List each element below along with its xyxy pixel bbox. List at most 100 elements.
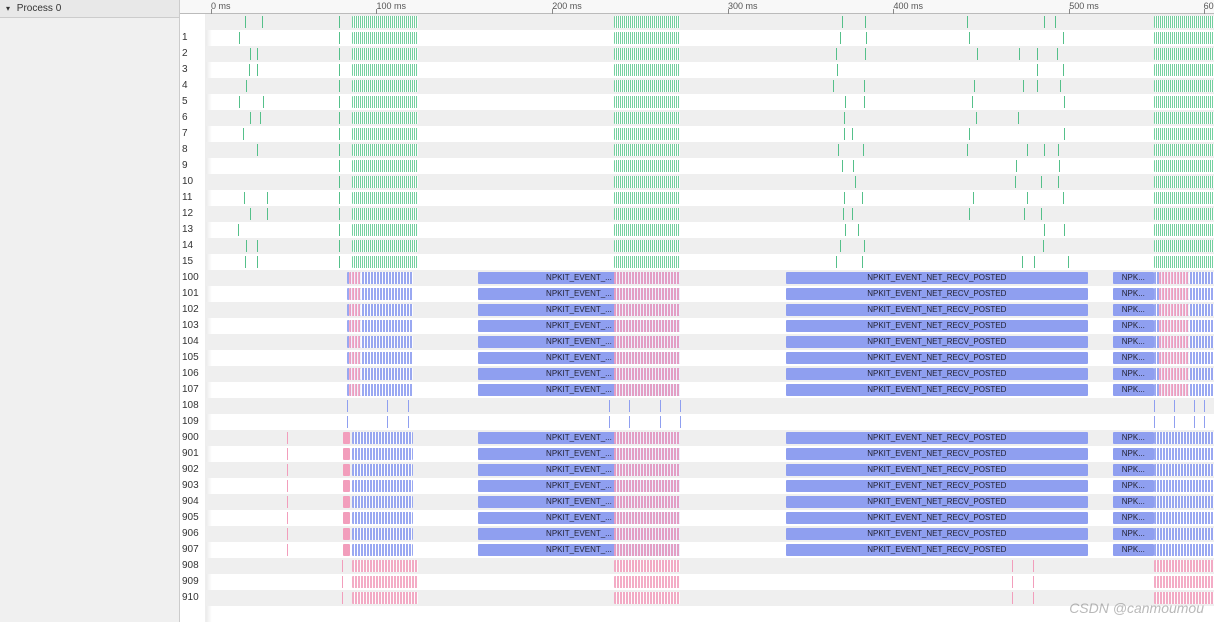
trace-event[interactable] bbox=[352, 240, 418, 252]
trace-row[interactable]: NPKIT_EVENT_...NPKIT_EVENT_NET_RECV_POST… bbox=[206, 366, 1214, 382]
trace-row[interactable] bbox=[206, 222, 1214, 238]
trace-event[interactable] bbox=[343, 496, 350, 508]
event-tick[interactable] bbox=[1015, 176, 1016, 188]
trace-row[interactable] bbox=[206, 558, 1214, 574]
event-tick[interactable] bbox=[1064, 128, 1065, 140]
event-tick[interactable] bbox=[1059, 160, 1060, 172]
trace-event[interactable] bbox=[1154, 208, 1214, 220]
trace-event[interactable]: NPKIT_EVENT_NET_RECV_POSTED bbox=[786, 544, 1088, 556]
trace-row[interactable]: NPKIT_EVENT_...NPKIT_EVENT_NET_RECV_POST… bbox=[206, 510, 1214, 526]
trace-event[interactable] bbox=[614, 528, 680, 540]
event-tick[interactable] bbox=[287, 448, 288, 460]
event-tick[interactable] bbox=[339, 256, 340, 268]
tracks-area[interactable]: 1234567891011121314151001011021031041051… bbox=[180, 14, 1214, 622]
event-tick[interactable] bbox=[1194, 416, 1195, 428]
event-tick[interactable] bbox=[408, 416, 409, 428]
trace-row[interactable]: NPKIT_EVENT_...NPKIT_EVENT_NET_RECV_POST… bbox=[206, 350, 1214, 366]
trace-event[interactable]: NPKIT_EVENT_NET_RECV_POSTED bbox=[786, 368, 1088, 380]
event-tick[interactable] bbox=[238, 224, 239, 236]
event-tick[interactable] bbox=[342, 576, 343, 588]
trace-event[interactable] bbox=[349, 368, 361, 380]
time-ruler[interactable]: 0 ms100 ms200 ms300 ms400 ms500 ms600 ms bbox=[180, 0, 1214, 14]
event-tick[interactable] bbox=[250, 48, 251, 60]
trace-row[interactable] bbox=[206, 206, 1214, 222]
trace-event[interactable] bbox=[614, 256, 680, 268]
trace-event[interactable] bbox=[614, 576, 680, 588]
event-tick[interactable] bbox=[339, 96, 340, 108]
trace-event[interactable]: NPKIT_EVENT_NET_RECV_POSTED bbox=[786, 304, 1088, 316]
trace-event[interactable] bbox=[614, 320, 680, 332]
trace-event[interactable]: NPK... bbox=[1113, 352, 1153, 364]
event-tick[interactable] bbox=[267, 208, 268, 220]
trace-event[interactable] bbox=[1154, 464, 1214, 476]
trace-row[interactable] bbox=[206, 238, 1214, 254]
trace-event[interactable] bbox=[614, 512, 680, 524]
trace-row[interactable]: NPKIT_EVENT_...NPKIT_EVENT_NET_RECV_POST… bbox=[206, 334, 1214, 350]
event-tick[interactable] bbox=[250, 208, 251, 220]
event-tick[interactable] bbox=[257, 240, 258, 252]
event-tick[interactable] bbox=[339, 224, 340, 236]
trace-event[interactable] bbox=[352, 496, 412, 508]
trace-event[interactable] bbox=[1154, 512, 1214, 524]
trace-event[interactable] bbox=[1154, 576, 1214, 588]
event-tick[interactable] bbox=[1154, 416, 1155, 428]
event-tick[interactable] bbox=[845, 224, 846, 236]
trace-row[interactable] bbox=[206, 254, 1214, 270]
trace-event[interactable] bbox=[614, 144, 680, 156]
event-tick[interactable] bbox=[1058, 176, 1059, 188]
event-tick[interactable] bbox=[1060, 80, 1061, 92]
trace-event[interactable]: NPKIT_EVENT_NET_RECV_POSTED bbox=[786, 448, 1088, 460]
event-tick[interactable] bbox=[339, 80, 340, 92]
trace-event[interactable] bbox=[352, 48, 418, 60]
trace-event[interactable] bbox=[352, 528, 412, 540]
trace-event[interactable] bbox=[614, 304, 680, 316]
trace-row[interactable] bbox=[206, 14, 1214, 30]
trace-event[interactable] bbox=[349, 320, 361, 332]
event-tick[interactable] bbox=[339, 64, 340, 76]
event-tick[interactable] bbox=[852, 208, 853, 220]
trace-event[interactable]: NPK... bbox=[1113, 432, 1153, 444]
event-tick[interactable] bbox=[833, 80, 834, 92]
event-tick[interactable] bbox=[836, 48, 837, 60]
trace-row[interactable]: NPKIT_EVENT_...NPKIT_EVENT_NET_RECV_POST… bbox=[206, 270, 1214, 286]
trace-event[interactable]: NPK... bbox=[1113, 368, 1153, 380]
event-tick[interactable] bbox=[287, 464, 288, 476]
trace-event[interactable] bbox=[1154, 560, 1214, 572]
trace-event[interactable] bbox=[1159, 288, 1189, 300]
event-tick[interactable] bbox=[249, 64, 250, 76]
trace-event[interactable] bbox=[1154, 240, 1214, 252]
event-tick[interactable] bbox=[339, 144, 340, 156]
event-tick[interactable] bbox=[969, 208, 970, 220]
trace-event[interactable] bbox=[614, 464, 680, 476]
trace-event[interactable] bbox=[1154, 432, 1214, 444]
trace-row[interactable] bbox=[206, 174, 1214, 190]
trace-event[interactable] bbox=[614, 160, 680, 172]
trace-event[interactable]: NPK... bbox=[1113, 272, 1153, 284]
trace-event[interactable]: NPK... bbox=[1113, 304, 1153, 316]
trace-row[interactable] bbox=[206, 142, 1214, 158]
event-tick[interactable] bbox=[1023, 80, 1024, 92]
event-tick[interactable] bbox=[977, 48, 978, 60]
event-tick[interactable] bbox=[1204, 416, 1205, 428]
trace-event[interactable] bbox=[352, 208, 418, 220]
trace-event[interactable]: NPKIT_EVENT_NET_RECV_POSTED bbox=[786, 512, 1088, 524]
trace-event[interactable] bbox=[1154, 256, 1214, 268]
event-tick[interactable] bbox=[339, 240, 340, 252]
event-tick[interactable] bbox=[1204, 400, 1205, 412]
trace-row[interactable] bbox=[206, 414, 1214, 430]
event-tick[interactable] bbox=[1018, 112, 1019, 124]
event-tick[interactable] bbox=[1044, 16, 1045, 28]
trace-event[interactable] bbox=[1154, 496, 1214, 508]
event-tick[interactable] bbox=[680, 400, 681, 412]
event-tick[interactable] bbox=[852, 128, 853, 140]
event-tick[interactable] bbox=[845, 96, 846, 108]
trace-event[interactable] bbox=[1159, 304, 1189, 316]
trace-event[interactable] bbox=[352, 144, 418, 156]
event-tick[interactable] bbox=[844, 192, 845, 204]
event-tick[interactable] bbox=[609, 400, 610, 412]
trace-event[interactable] bbox=[1159, 352, 1189, 364]
trace-event[interactable]: NPK... bbox=[1113, 320, 1153, 332]
event-tick[interactable] bbox=[287, 544, 288, 556]
trace-event[interactable] bbox=[349, 352, 361, 364]
trace-event[interactable] bbox=[1159, 272, 1189, 284]
